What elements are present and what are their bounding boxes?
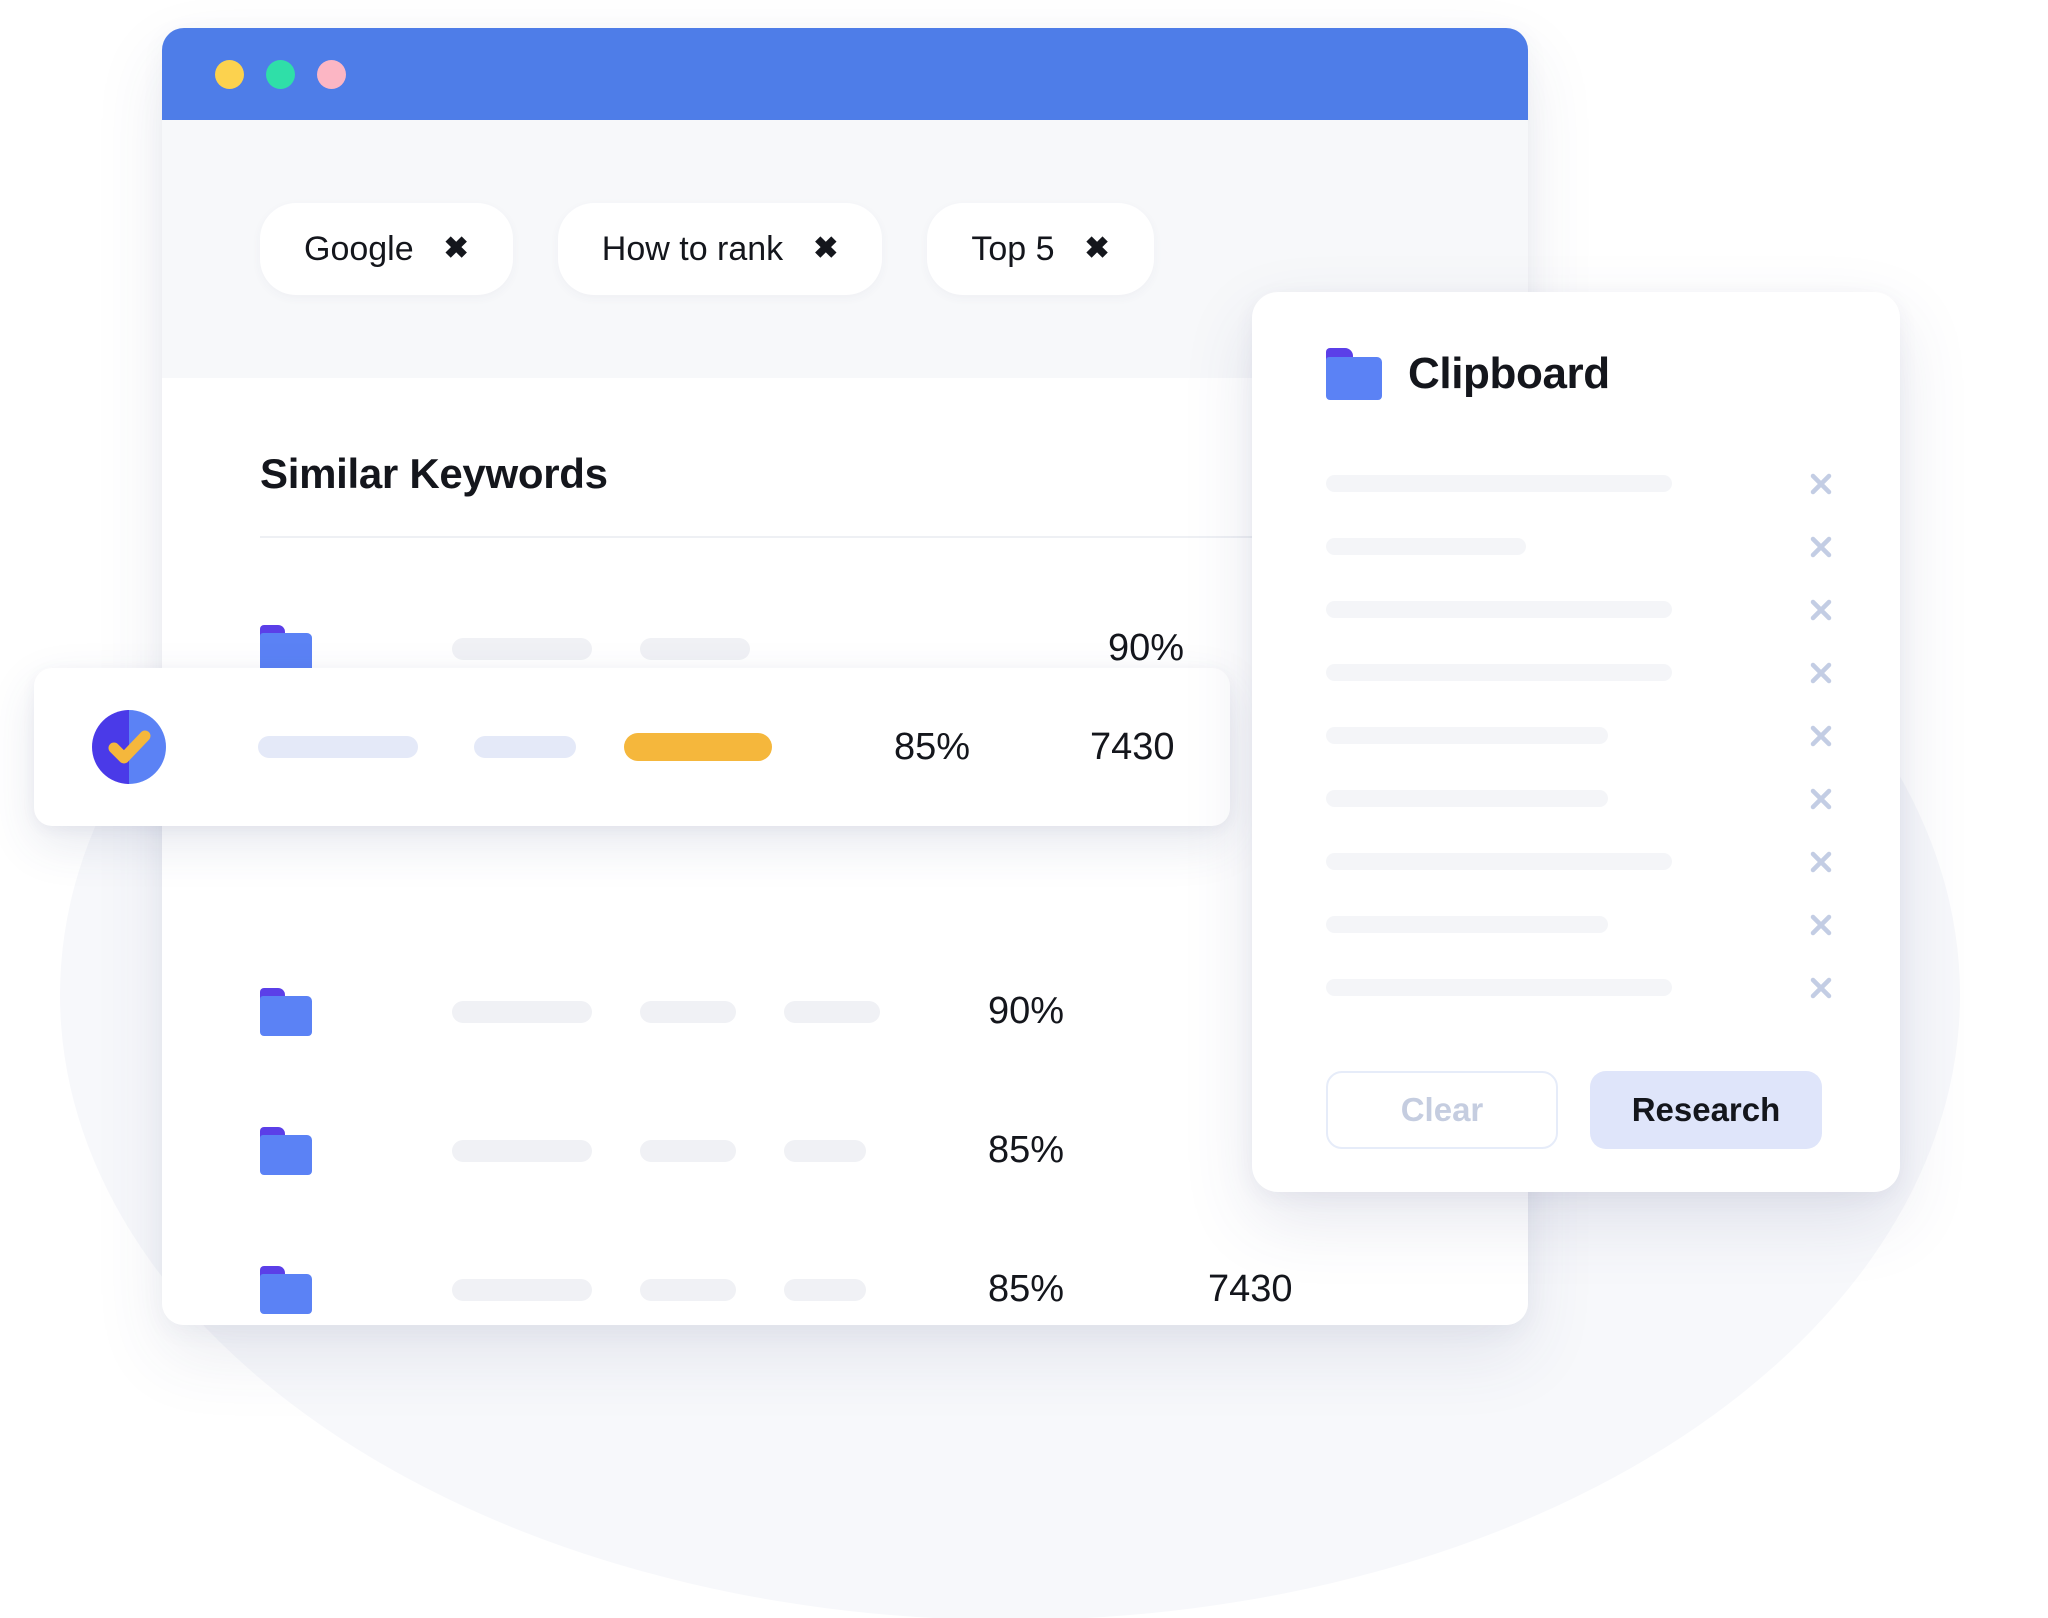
chip-how-to-rank[interactable]: How to rank ✖ [557,203,883,295]
research-button[interactable]: Research [1590,1071,1822,1149]
remove-icon[interactable] [1804,908,1838,942]
clipboard-item-skeleton [1326,664,1672,681]
match-score: 90% [988,990,1065,1032]
list-item[interactable] [1326,515,1838,578]
folder-icon [260,1265,312,1314]
remove-icon[interactable] [1804,593,1838,627]
list-item[interactable] [1326,704,1838,767]
chip-label: How to rank [601,229,784,268]
remove-icon[interactable] [1804,845,1838,879]
list-item[interactable] [1326,893,1838,956]
clear-button[interactable]: Clear [1326,1071,1558,1149]
clipboard-item-skeleton [1326,979,1672,996]
chip-google[interactable]: Google ✖ [260,203,513,295]
keyword-skeleton-bar [474,736,576,758]
chip-remove-icon[interactable]: ✖ [813,234,838,264]
chip-label: Top 5 [971,229,1055,268]
clipboard-item-skeleton [1326,727,1608,744]
list-item[interactable] [1326,830,1838,893]
chip-remove-icon[interactable]: ✖ [1085,234,1110,264]
clipboard-item-skeleton [1326,916,1608,933]
list-item[interactable] [1326,641,1838,704]
close-dot[interactable] [215,59,244,89]
folder-icon [260,987,312,1036]
list-item[interactable] [1326,452,1838,515]
remove-icon[interactable] [1804,530,1838,564]
remove-icon[interactable] [1804,782,1838,816]
match-score: 85% [988,1268,1065,1310]
clipboard-item-skeleton [1326,475,1672,492]
list-item[interactable] [1326,578,1838,641]
maximize-dot[interactable] [317,59,346,89]
clipboard-list [1326,452,1838,1019]
remove-icon[interactable] [1804,971,1838,1005]
folder-icon [1326,348,1382,400]
match-score: 85% [894,725,971,768]
check-badge-icon [92,710,166,784]
clipboard-panel: Clipboard Clear Research [1252,292,1900,1192]
table-row[interactable]: 85% 7430 [162,1223,1528,1325]
window-title-bar [162,28,1528,120]
list-item[interactable] [1326,956,1838,1019]
folder-icon [260,1126,312,1175]
folder-icon [260,624,312,673]
highlight-bar [624,733,772,761]
minimize-dot[interactable] [266,59,295,89]
match-score: 85% [988,1129,1065,1171]
match-score: 90% [1108,627,1185,669]
list-item[interactable] [1326,767,1838,830]
search-volume: 7430 [1208,1268,1293,1310]
clipboard-item-skeleton [1326,538,1526,555]
clipboard-item-skeleton [1326,790,1608,807]
remove-icon[interactable] [1804,719,1838,753]
chip-top-5[interactable]: Top 5 ✖ [927,203,1154,295]
remove-icon[interactable] [1804,656,1838,690]
clipboard-item-skeleton [1326,853,1672,870]
remove-icon[interactable] [1804,467,1838,501]
screenshot-root: Google ✖ How to rank ✖ Top 5 ✖ Similar K… [0,0,2048,1618]
chip-remove-icon[interactable]: ✖ [444,234,469,264]
keyword-skeleton-bar [258,736,418,758]
selected-keyword-row[interactable]: 85% 7430 [34,668,1230,826]
search-volume: 7430 [1090,725,1175,768]
clipboard-title: Clipboard [1408,349,1610,398]
clipboard-item-skeleton [1326,601,1672,618]
chip-label: Google [304,229,414,268]
clipboard-actions: Clear Research [1326,1071,1838,1149]
clipboard-header: Clipboard [1326,348,1838,400]
